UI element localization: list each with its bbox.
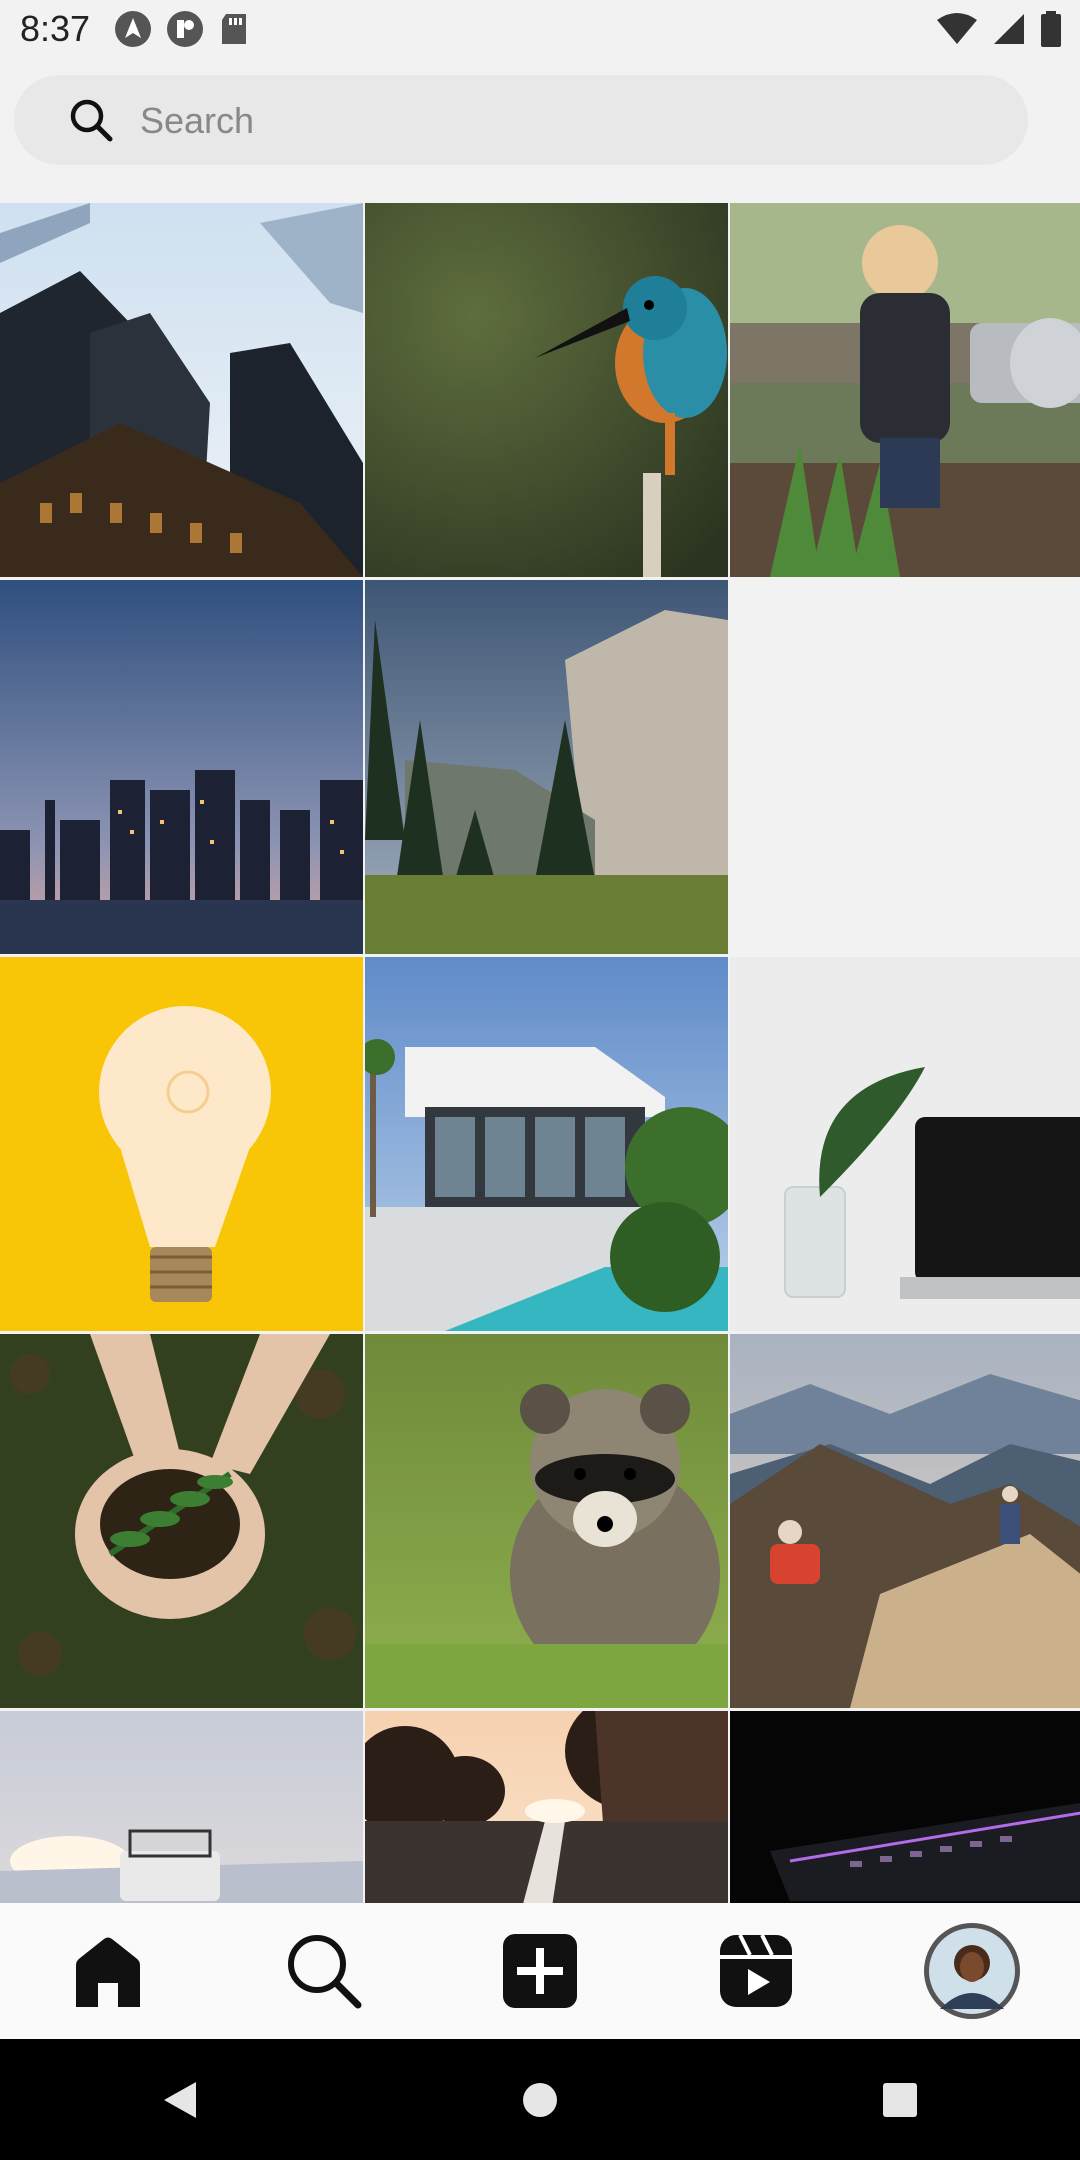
status-bar: 8:37 [0, 0, 1080, 62]
recents-icon [883, 2082, 917, 2117]
reels-icon [720, 1934, 792, 2007]
battery-icon [1041, 11, 1061, 47]
nav-home-button[interactable] [53, 1916, 163, 2026]
search-icon [288, 1935, 362, 2009]
wifi-icon [937, 13, 977, 44]
status-icons-left [114, 10, 250, 48]
navigation-arrow-icon [115, 11, 151, 47]
grid-tile-city-skyline[interactable] [0, 580, 363, 954]
back-icon [164, 2081, 196, 2118]
system-recents-button[interactable] [850, 2050, 950, 2150]
search-bar[interactable] [14, 75, 1028, 165]
nav-profile-button[interactable] [917, 1916, 1027, 2026]
system-navigation-bar [0, 2039, 1080, 2160]
grid-tile-road-sunset[interactable] [365, 1711, 728, 1903]
sd-card-icon [222, 14, 246, 44]
grid-tile-mountain-cliff[interactable] [365, 580, 728, 954]
system-back-button[interactable] [130, 2050, 230, 2150]
grid-tile-skyscrapers[interactable] [0, 203, 363, 577]
grid-tile-empty [730, 580, 1080, 954]
grid-tile-lightbulb[interactable] [0, 957, 363, 1331]
grid-tile-modern-house[interactable] [365, 957, 728, 1331]
search-input[interactable] [138, 91, 962, 151]
home-icon [76, 1937, 140, 2007]
grid-tile-kingfisher[interactable] [365, 203, 728, 577]
grid-tile-laptop-keyboard[interactable] [730, 1711, 1080, 1903]
system-home-button[interactable] [490, 2050, 590, 2150]
nav-reels-button[interactable] [701, 1916, 811, 2026]
profile-avatar [924, 1923, 1020, 2019]
app-notification-icon [167, 11, 203, 47]
search-icon [70, 99, 113, 142]
bottom-navigation [0, 1903, 1080, 2039]
nav-create-button[interactable] [485, 1916, 595, 2026]
explore-grid [0, 203, 1080, 1903]
status-icons-right [936, 10, 1062, 48]
grid-tile-child-watering[interactable] [730, 203, 1080, 577]
grid-tile-laptop-plant[interactable] [730, 957, 1080, 1331]
grid-tile-jeep-sunrise[interactable] [0, 1711, 363, 1903]
cell-signal-icon [994, 14, 1024, 44]
nav-search-button[interactable] [269, 1916, 379, 2026]
grid-tile-mountain-hikers[interactable] [730, 1334, 1080, 1708]
grid-tile-raccoon[interactable] [365, 1334, 728, 1708]
status-time: 8:37 [20, 8, 91, 49]
home-circle-icon [523, 2082, 557, 2117]
create-post-icon [503, 1934, 577, 2008]
grid-tile-hands-soil[interactable] [0, 1334, 363, 1708]
